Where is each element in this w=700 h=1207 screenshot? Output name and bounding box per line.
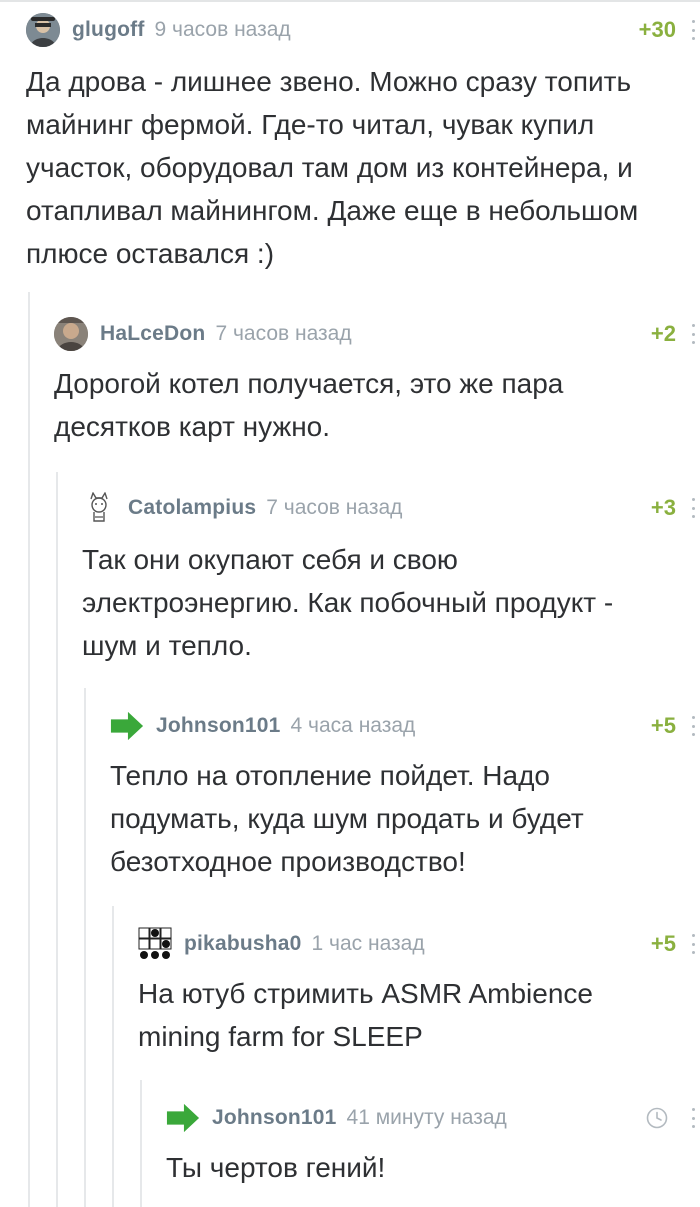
comment-time[interactable]: 1 час назад — [312, 932, 425, 956]
comment-text: Ты чертов гений! — [166, 1152, 386, 1183]
username-link[interactable]: glugoff — [72, 18, 145, 42]
comment: pikabusha0 1 час назад +5 На ютуб стрими… — [138, 908, 700, 1078]
comment-time[interactable]: 7 часов назад — [266, 496, 402, 520]
comment-header: glugoff 9 часов назад +30 — [26, 12, 700, 48]
more-options-icon[interactable] — [686, 714, 700, 738]
comment-header: Johnson101 4 часа назад +5 — [110, 708, 700, 744]
comment-time[interactable]: 9 часов назад — [155, 18, 291, 42]
comment-header: Johnson101 41 минуту назад — [166, 1100, 700, 1136]
comment: HaLceDon 7 часов назад +2 Дорогой котел … — [54, 300, 700, 470]
comment: Johnson101 4 часа назад +5 Тепло на отоп… — [110, 690, 700, 902]
comment: Catolampius 7 часов назад +3 Так они оку… — [82, 474, 700, 684]
more-options-icon[interactable] — [686, 322, 700, 346]
comment-text: Тепло на отопление пойдет. Надо подумать… — [110, 760, 584, 877]
username-link[interactable]: Johnson101 — [212, 1106, 337, 1130]
more-options-icon[interactable] — [686, 496, 700, 520]
comment-rating: +5 — [650, 931, 676, 956]
avatar-user-photo-icon[interactable] — [26, 13, 60, 47]
comment-rating: +5 — [650, 713, 676, 738]
avatar-green-arrow-icon[interactable] — [166, 1101, 200, 1135]
username-link[interactable]: Catolampius — [128, 496, 256, 520]
more-options-icon[interactable] — [686, 1106, 700, 1130]
username-link[interactable]: HaLceDon — [100, 322, 205, 346]
comment: Johnson101 41 минуту назад Ты чертов ген… — [166, 1082, 700, 1207]
avatar-cat-sketch-icon[interactable] — [82, 491, 116, 525]
thread-rail[interactable] — [84, 688, 86, 1207]
comment: glugoff 9 часов назад +30 Да дрова - лиш… — [26, 0, 700, 290]
comment-header: HaLceDon 7 часов назад +2 — [54, 316, 700, 352]
more-options-icon[interactable] — [686, 18, 700, 42]
thread-rail[interactable] — [56, 472, 58, 1207]
comment-rating: +3 — [650, 495, 676, 520]
username-link[interactable]: Johnson101 — [156, 714, 281, 738]
comment-header: pikabusha0 1 час назад +5 — [138, 926, 700, 962]
comment-text: Да дрова - лишнее звено. Можно сразу топ… — [26, 66, 639, 269]
comment-text: Дорогой котел получается, это же пара де… — [54, 368, 564, 442]
comment-time[interactable]: 41 минуту назад — [347, 1106, 507, 1130]
comment-time[interactable]: 7 часов назад — [215, 322, 351, 346]
comment-rating: +30 — [638, 17, 676, 42]
comment-rating: +2 — [650, 321, 676, 346]
thread-rail[interactable] — [28, 292, 30, 1207]
username-link[interactable]: pikabusha0 — [184, 932, 302, 956]
avatar-pixel-grid-icon[interactable] — [138, 927, 172, 961]
thread-rail[interactable] — [112, 906, 114, 1207]
clock-icon[interactable] — [646, 1107, 668, 1129]
avatar-user-photo-icon[interactable] — [54, 317, 88, 351]
comment-header: Catolampius 7 часов назад +3 — [82, 490, 700, 526]
comment-text: На ютуб стримить ASMR Ambience mining fa… — [138, 978, 593, 1052]
comment-time[interactable]: 4 часа назад — [291, 714, 416, 738]
comment-text: Так они окупают себя и свою электроэнерг… — [82, 544, 614, 661]
avatar-green-arrow-icon[interactable] — [110, 709, 144, 743]
more-options-icon[interactable] — [686, 932, 700, 956]
thread-rail[interactable] — [140, 1080, 142, 1207]
